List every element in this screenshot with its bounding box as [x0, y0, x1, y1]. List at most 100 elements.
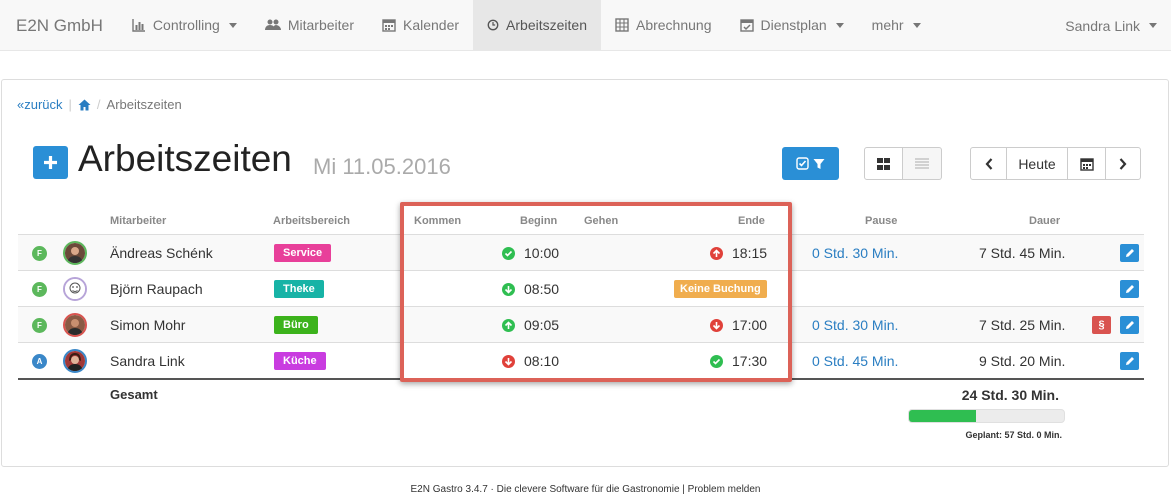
duration: 7 Std. 25 Min. — [979, 317, 1066, 333]
grid-icon — [877, 157, 890, 170]
edit-button[interactable] — [1120, 352, 1139, 370]
grid-view-button[interactable] — [864, 147, 903, 180]
edit-button[interactable] — [1120, 244, 1139, 262]
filter-icon — [813, 158, 825, 169]
table-row[interactable]: F Björn Raupach Theke 08:50 Keine Buchun… — [18, 270, 1144, 306]
chevron-down-icon — [835, 22, 844, 28]
header-beginn[interactable]: Beginn — [520, 215, 557, 227]
pause-link[interactable]: 0 Std. 45 Min. — [812, 343, 898, 379]
planned-hours: Geplant: 57 Std. 0 Min. — [965, 430, 1062, 440]
begin-time: 10:00 — [502, 235, 559, 271]
header-kommen[interactable]: Kommen — [414, 215, 461, 227]
calendar-icon — [382, 19, 396, 32]
end-time: 18:15 — [710, 235, 767, 271]
avatar — [63, 277, 87, 301]
avatar — [63, 313, 87, 337]
begin-time-value: 08:50 — [524, 281, 560, 297]
nav-arbeitszeiten[interactable]: Arbeitszeiten — [473, 0, 601, 51]
home-icon[interactable] — [78, 99, 91, 111]
bar-chart-icon — [132, 19, 145, 32]
page-title: Arbeitszeiten — [78, 138, 292, 179]
nav-mehr-label: mehr — [871, 17, 904, 33]
total-value: 24 Std. 30 Min. — [961, 387, 1059, 403]
nav-controlling-label: Controlling — [152, 17, 220, 33]
nav-controlling[interactable]: Controlling — [118, 0, 251, 51]
status-badge: F — [32, 245, 47, 261]
main-panel: «zurück | / Arbeitszeiten Arbeitszeiten … — [1, 79, 1169, 467]
status-badge: F — [32, 317, 47, 333]
area-badge: Büro — [274, 316, 318, 334]
nav-kalender[interactable]: Kalender — [368, 0, 473, 51]
duration: 9 Std. 20 Min. — [979, 353, 1066, 369]
area-badge: Küche — [274, 352, 326, 370]
chevron-down-icon — [912, 22, 921, 28]
check-circle-icon — [710, 354, 723, 368]
brand-name[interactable]: E2N GmbH — [0, 0, 118, 51]
pencil-icon — [1125, 321, 1134, 329]
nav-arbeitszeiten-label: Arbeitszeiten — [506, 17, 587, 33]
nav-abrechnung-label: Abrechnung — [635, 17, 712, 33]
table-row[interactable]: F Ändreas Schénk Service 10:00 18:15 0 S… — [18, 234, 1144, 270]
add-button[interactable] — [33, 146, 68, 179]
employee-name: Sandra Link — [110, 353, 185, 369]
arrow-down-circle-icon — [502, 354, 515, 368]
filter-button[interactable] — [782, 147, 839, 180]
view-toggle — [864, 147, 942, 180]
end-time: 17:00 — [710, 307, 767, 343]
today-button[interactable]: Heute — [1006, 147, 1068, 180]
no-booking-badge: Keine Buchung — [674, 280, 767, 298]
header-gehen[interactable]: Gehen — [584, 215, 618, 227]
list-view-button[interactable] — [903, 147, 942, 180]
header-dauer[interactable]: Dauer — [1029, 215, 1060, 227]
end-time-value: 17:00 — [732, 317, 768, 333]
next-day-button[interactable] — [1105, 147, 1141, 180]
navbar: E2N GmbH Controlling Mitarbeiter Kalende… — [0, 0, 1171, 51]
edit-button[interactable] — [1120, 316, 1139, 334]
status-badge: A — [32, 353, 47, 369]
chevron-left-icon — [985, 157, 992, 170]
pause-link[interactable]: 0 Std. 30 Min. — [812, 235, 898, 271]
nav-mehr[interactable]: mehr — [858, 0, 935, 51]
back-link-label: zurück — [24, 97, 63, 112]
hours-progress-fill — [909, 410, 976, 422]
table-row[interactable]: A Sandra Link Küche 08:10 17:30 0 Std. 4… — [18, 342, 1144, 378]
nav-mitarbeiter-label: Mitarbeiter — [287, 17, 354, 33]
table-row[interactable]: F Simon Mohr Büro 09:05 17:00 0 Std. 30 … — [18, 306, 1144, 342]
avatar — [63, 349, 87, 373]
avatar — [63, 241, 87, 265]
footer: E2N Gastro 3.4.7 · Die clevere Software … — [410, 484, 761, 495]
calendar-picker-button[interactable] — [1067, 147, 1106, 180]
end-time-value: 18:15 — [732, 245, 768, 261]
employee-name: Björn Raupach — [110, 281, 203, 297]
checkbox-icon — [796, 157, 809, 170]
person-icon — [65, 279, 85, 299]
begin-time-value: 08:10 — [524, 353, 560, 369]
users-icon — [264, 19, 281, 30]
employee-name: Ändreas Schénk — [110, 245, 213, 261]
duration: 7 Std. 45 Min. — [979, 245, 1066, 261]
header-mitarbeiter[interactable]: Mitarbeiter — [110, 215, 166, 227]
back-link[interactable]: «zurück — [17, 97, 63, 112]
begin-time: 09:05 — [502, 307, 559, 343]
user-menu[interactable]: Sandra Link — [1065, 0, 1157, 51]
breadcrumb: «zurück | / Arbeitszeiten — [17, 97, 182, 112]
breadcrumb-separator: / — [96, 97, 101, 112]
nav-mitarbeiter[interactable]: Mitarbeiter — [251, 0, 368, 51]
pause-link[interactable]: 0 Std. 30 Min. — [812, 307, 898, 343]
nav-dienstplan-label: Dienstplan — [760, 17, 827, 33]
previous-day-button[interactable] — [970, 147, 1007, 180]
header-ende[interactable]: Ende — [738, 215, 765, 227]
header-arbeitsbereich[interactable]: Arbeitsbereich — [273, 215, 350, 227]
chevron-down-icon — [1149, 23, 1157, 28]
calendar-check-icon — [739, 19, 754, 32]
person-icon — [65, 243, 85, 263]
nav-abrechnung[interactable]: Abrechnung — [601, 0, 726, 51]
person-icon — [65, 351, 85, 371]
nav-dienstplan[interactable]: Dienstplan — [726, 0, 858, 51]
header-pause[interactable]: Pause — [865, 215, 897, 227]
area-badge: Service — [274, 244, 332, 262]
calendar-icon — [1079, 157, 1094, 171]
begin-time: 08:10 — [502, 343, 559, 379]
paragraph-warning-button[interactable]: § — [1092, 316, 1111, 334]
edit-button[interactable] — [1120, 280, 1139, 298]
